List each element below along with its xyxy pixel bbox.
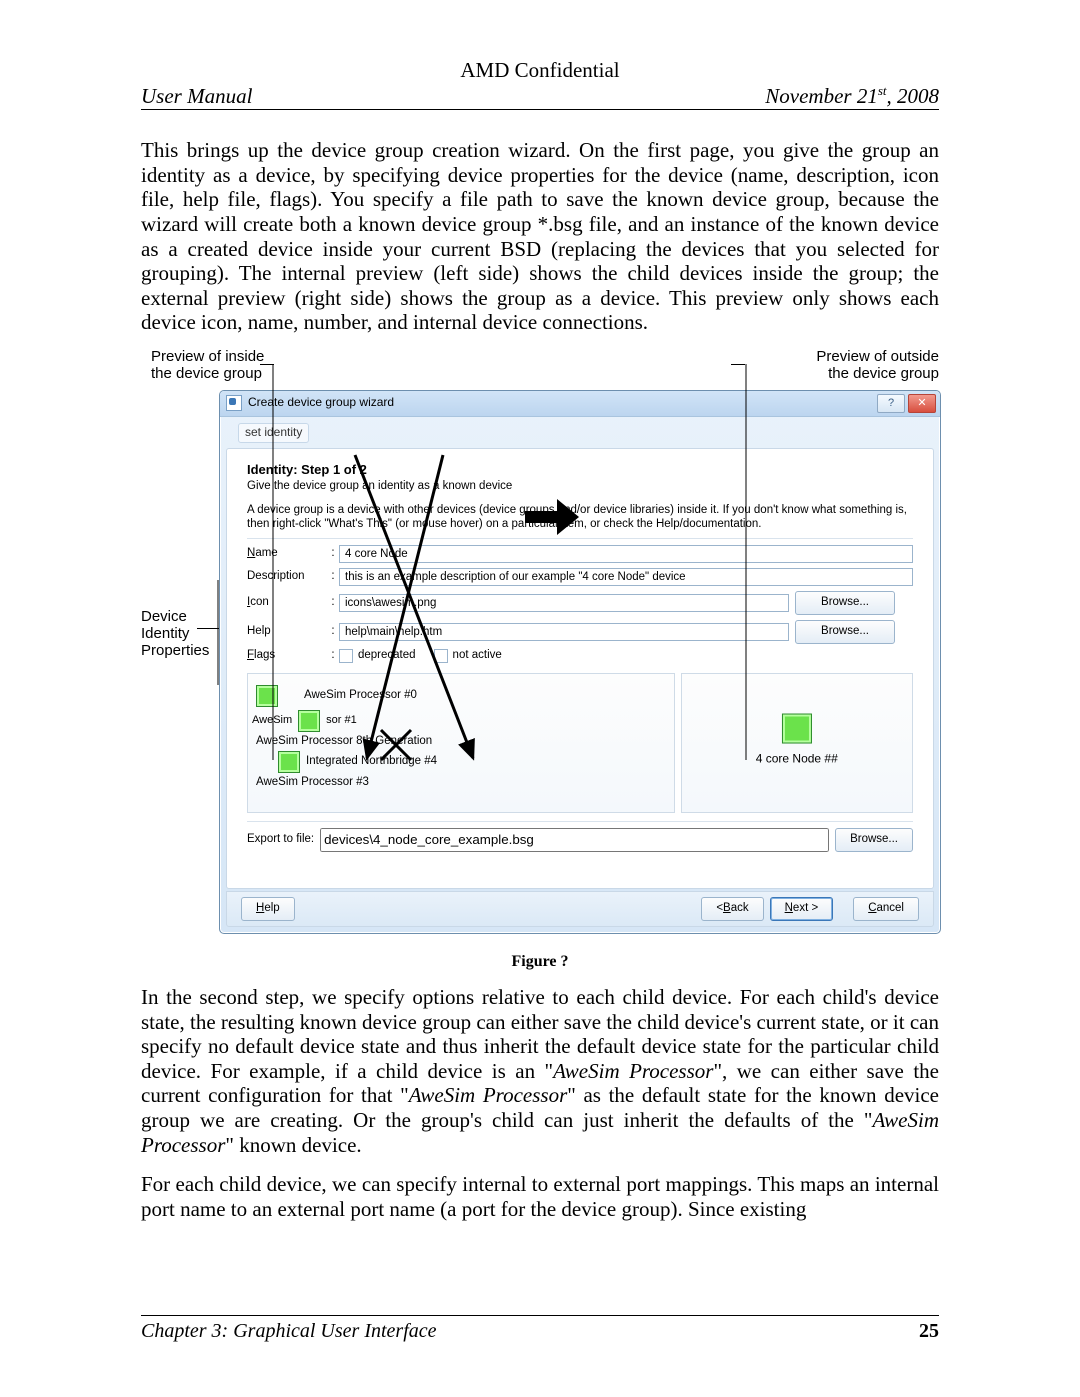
device-label: Integrated Northbridge #4 — [306, 755, 437, 768]
wizard-body: Identity: Step 1 of 2 Give the device gr… — [226, 448, 934, 889]
wizard-subheading: Give the device group an identity as a k… — [247, 480, 913, 493]
external-device-label: 4 core Node ## — [756, 753, 838, 767]
next-button[interactable]: Next > — [770, 897, 834, 921]
step-set-identity[interactable]: set identity — [238, 423, 309, 443]
export-input[interactable] — [320, 828, 829, 852]
help-input[interactable] — [339, 623, 789, 641]
help-titlebar-button[interactable]: ? — [877, 394, 905, 413]
wizard-button-bar: Help < Back Next > Cancel — [226, 891, 934, 927]
not-active-label: not active — [453, 649, 502, 662]
browse-help-button[interactable]: Browse... — [795, 620, 895, 644]
description-input[interactable] — [339, 568, 913, 586]
label-help: Help — [247, 625, 327, 638]
label-flags: Flags — [247, 649, 327, 662]
callout-line: the device group — [151, 365, 296, 382]
device-label: AweSim Processor 8th Generation — [256, 735, 432, 748]
paragraph-3: For each child device, we can specify in… — [141, 1172, 939, 1221]
footer-rule — [141, 1315, 939, 1316]
text: " known device. — [225, 1133, 361, 1157]
text-italic: AweSim Processor — [409, 1083, 568, 1107]
paragraph-2: In the second step, we specify options r… — [141, 985, 939, 1157]
leader-line — [260, 364, 274, 365]
browse-icon-button[interactable]: Browse... — [795, 591, 895, 615]
page-footer: Chapter 3: Graphical User Interface 25 — [141, 1315, 939, 1343]
back-button[interactable]: < Back — [701, 897, 763, 921]
device-icon — [782, 713, 812, 743]
callout-line: the device group — [779, 365, 939, 382]
label-icon: Icon — [247, 596, 327, 609]
leader-line — [197, 628, 219, 629]
header-left: User Manual — [141, 84, 252, 108]
callout-line: Device — [141, 608, 225, 625]
titlebar: Create device group wizard ? ✕ — [220, 391, 940, 417]
date-prefix: November 21 — [765, 84, 878, 108]
wizard-heading: Identity: Step 1 of 2 — [247, 463, 913, 478]
help-button[interactable]: Help — [241, 897, 295, 921]
name-input[interactable] — [339, 545, 913, 563]
page-number: 25 — [919, 1320, 939, 1343]
awesim-label: AweSim — [252, 714, 292, 727]
device-icon — [256, 685, 278, 707]
step-indicator-panel: set identity — [230, 417, 376, 443]
divider — [247, 538, 913, 539]
browse-export-button[interactable]: Browse... — [835, 828, 913, 852]
device-label: AweSim Processor #3 — [256, 776, 369, 789]
icon-input[interactable] — [339, 594, 789, 612]
app-icon — [226, 395, 242, 411]
callout-device-identity: Device Identity Properties — [141, 608, 225, 660]
paragraph-1: This brings up the device group creation… — [141, 138, 939, 335]
callout-preview-outside: Preview of outside the device group — [779, 348, 939, 383]
divider — [247, 821, 913, 822]
callout-line: Properties — [141, 642, 225, 659]
label-name: Name — [247, 547, 327, 560]
label-description: Description — [247, 570, 327, 583]
figure-caption: Figure ? — [141, 953, 939, 971]
page-header: User Manual November 21st, 2008 — [141, 84, 939, 110]
device-icon — [278, 751, 300, 773]
close-button[interactable]: ✕ — [908, 394, 936, 413]
footer-chapter: Chapter 3: Graphical User Interface — [141, 1320, 437, 1343]
internal-preview-pane: AweSim Processor #0 AweSim sor #1 AweSim … — [247, 673, 675, 813]
date-sup: st — [878, 83, 887, 98]
callout-line: Preview of outside — [779, 348, 939, 365]
date-suffix: , 2008 — [887, 84, 940, 108]
wizard-diagram: Preview of inside the device group Previ… — [141, 350, 939, 945]
wizard-window: Create device group wizard ? ✕ set ident… — [219, 390, 941, 934]
header-date: November 21st, 2008 — [765, 84, 939, 108]
deprecated-checkbox[interactable] — [339, 649, 353, 663]
label-export: Export to file: — [247, 833, 314, 846]
leader-line — [731, 364, 745, 365]
callout-line: Preview of inside — [151, 348, 296, 365]
wizard-description: A device group is a device with other de… — [247, 503, 913, 532]
device-icon — [298, 710, 320, 732]
device-label: sor #1 — [326, 714, 357, 727]
device-label: AweSim Processor #0 — [304, 689, 417, 702]
window-title: Create device group wizard — [248, 396, 877, 410]
arrow-icon — [525, 499, 579, 535]
cancel-button[interactable]: Cancel — [853, 897, 919, 921]
deprecated-label: deprecated — [358, 649, 416, 662]
callout-preview-inside: Preview of inside the device group — [151, 348, 296, 383]
text-italic: AweSim Processor — [553, 1059, 713, 1083]
external-preview-pane: 4 core Node ## — [681, 673, 914, 813]
not-active-checkbox[interactable] — [434, 649, 448, 663]
confidential-header: AMD Confidential — [141, 58, 939, 82]
